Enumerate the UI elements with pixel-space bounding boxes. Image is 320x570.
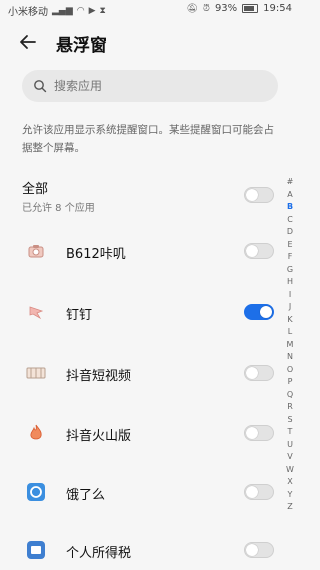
app-toggle[interactable] — [244, 365, 274, 381]
hourglass-icon: ⧗ — [99, 5, 106, 16]
alphabet-letter[interactable]: B — [287, 201, 293, 214]
alphabet-index[interactable]: # A B C D E F G H I J K L M N O P Q R S T U V W X Y Z — [283, 176, 297, 514]
alphabet-letter[interactable]: G — [287, 264, 293, 277]
app-toggle[interactable] — [244, 425, 274, 441]
page-title: 悬浮窗 — [56, 36, 107, 56]
clock: 19:54 — [263, 3, 292, 14]
alphabet-letter[interactable]: Z — [287, 501, 292, 514]
alphabet-letter[interactable]: L — [288, 326, 292, 339]
search-input[interactable] — [52, 78, 256, 94]
alphabet-letter[interactable]: I — [289, 289, 291, 302]
title-bar: 悬浮窗 — [0, 22, 300, 62]
search-bar[interactable] — [22, 70, 278, 102]
app-row-eleme[interactable]: 饿了么 — [0, 472, 280, 512]
alphabet-letter[interactable]: Q — [287, 389, 293, 402]
alphabet-letter[interactable]: F — [288, 251, 293, 264]
status-left: 小米移动 ▂▄▆ ◠ ▶ ⧗ — [8, 3, 106, 19]
back-arrow-icon — [20, 35, 36, 49]
app-row-douyin[interactable]: 抖音短视频 — [0, 353, 280, 393]
app-toggle[interactable] — [244, 542, 274, 558]
signal-icon: ▂▄▆ — [52, 5, 73, 16]
toggle-knob — [246, 544, 258, 556]
video-icon: ▶ — [88, 5, 96, 16]
description-text: 允许该应用显示系统提醒窗口。某些提醒窗口可能会占据整个屏幕。 — [22, 124, 274, 154]
status-right: 🔕︎ ⏰︎ 93% 19:54 — [186, 3, 292, 14]
mute-icon: 🔕︎ — [186, 3, 198, 14]
app-row-tax[interactable]: 个人所得税 — [0, 530, 280, 570]
carrier-label: 小米移动 — [8, 7, 48, 18]
all-apps-subtitle: 已允许 8 个应用 — [22, 203, 95, 214]
toggle-knob — [246, 367, 258, 379]
app-row-dingtalk[interactable]: 钉钉 — [0, 292, 280, 332]
alphabet-letter[interactable]: Y — [288, 489, 293, 502]
app-name: 钉钉 — [66, 308, 93, 323]
toggle-knob — [246, 427, 258, 439]
toggle-knob — [246, 189, 258, 201]
dingtalk-icon — [26, 302, 46, 322]
battery-percent: 93% — [214, 3, 238, 14]
all-apps-title: 全部 — [22, 182, 49, 197]
alphabet-letter[interactable]: D — [287, 226, 293, 239]
app-row-b612[interactable]: B612咔叽 — [0, 231, 280, 271]
alphabet-letter[interactable]: U — [287, 439, 293, 452]
toggle-knob — [246, 245, 258, 257]
app-toggle[interactable] — [244, 243, 274, 259]
alphabet-letter[interactable]: P — [288, 376, 293, 389]
wifi-icon: ◠ — [76, 5, 85, 16]
alphabet-letter[interactable]: C — [287, 214, 293, 227]
search-icon — [32, 78, 48, 94]
tax-app-icon — [26, 540, 46, 560]
alarm-icon: ⏰︎ — [202, 3, 210, 14]
b612-camera-icon — [26, 241, 46, 261]
alphabet-letter[interactable]: A — [287, 189, 292, 202]
alphabet-letter[interactable]: X — [287, 476, 292, 489]
eleme-icon — [26, 482, 46, 502]
alphabet-letter[interactable]: W — [286, 464, 294, 477]
app-name: B612咔叽 — [66, 247, 126, 262]
app-name: 抖音短视频 — [66, 369, 132, 384]
alphabet-letter[interactable]: E — [287, 239, 292, 252]
douyin-icon — [26, 363, 46, 383]
all-apps-toggle[interactable] — [244, 187, 274, 203]
toggle-knob — [246, 486, 258, 498]
alphabet-letter[interactable]: V — [287, 451, 292, 464]
app-row-douyin-huoshan[interactable]: 抖音火山版 — [0, 413, 280, 453]
back-button[interactable] — [16, 30, 40, 54]
douyin-huoshan-icon — [26, 423, 46, 443]
alphabet-letter[interactable]: J — [289, 301, 291, 314]
app-name: 饿了么 — [66, 488, 106, 503]
app-toggle[interactable] — [244, 484, 274, 500]
alphabet-letter[interactable]: T — [288, 426, 293, 439]
alphabet-letter[interactable]: O — [287, 364, 293, 377]
alphabet-letter[interactable]: N — [287, 351, 293, 364]
app-toggle[interactable] — [244, 304, 274, 320]
battery-icon — [242, 4, 259, 13]
alphabet-letter[interactable]: M — [287, 339, 294, 352]
alphabet-letter[interactable]: K — [287, 314, 292, 327]
alphabet-letter[interactable]: # — [287, 176, 294, 189]
toggle-knob — [260, 306, 272, 318]
alphabet-letter[interactable]: H — [287, 276, 293, 289]
app-name: 抖音火山版 — [66, 429, 132, 444]
status-bar: 小米移动 ▂▄▆ ◠ ▶ ⧗ 🔕︎ ⏰︎ 93% 19:54 — [0, 0, 300, 18]
alphabet-letter[interactable]: R — [287, 401, 293, 414]
alphabet-letter[interactable]: S — [287, 414, 292, 427]
